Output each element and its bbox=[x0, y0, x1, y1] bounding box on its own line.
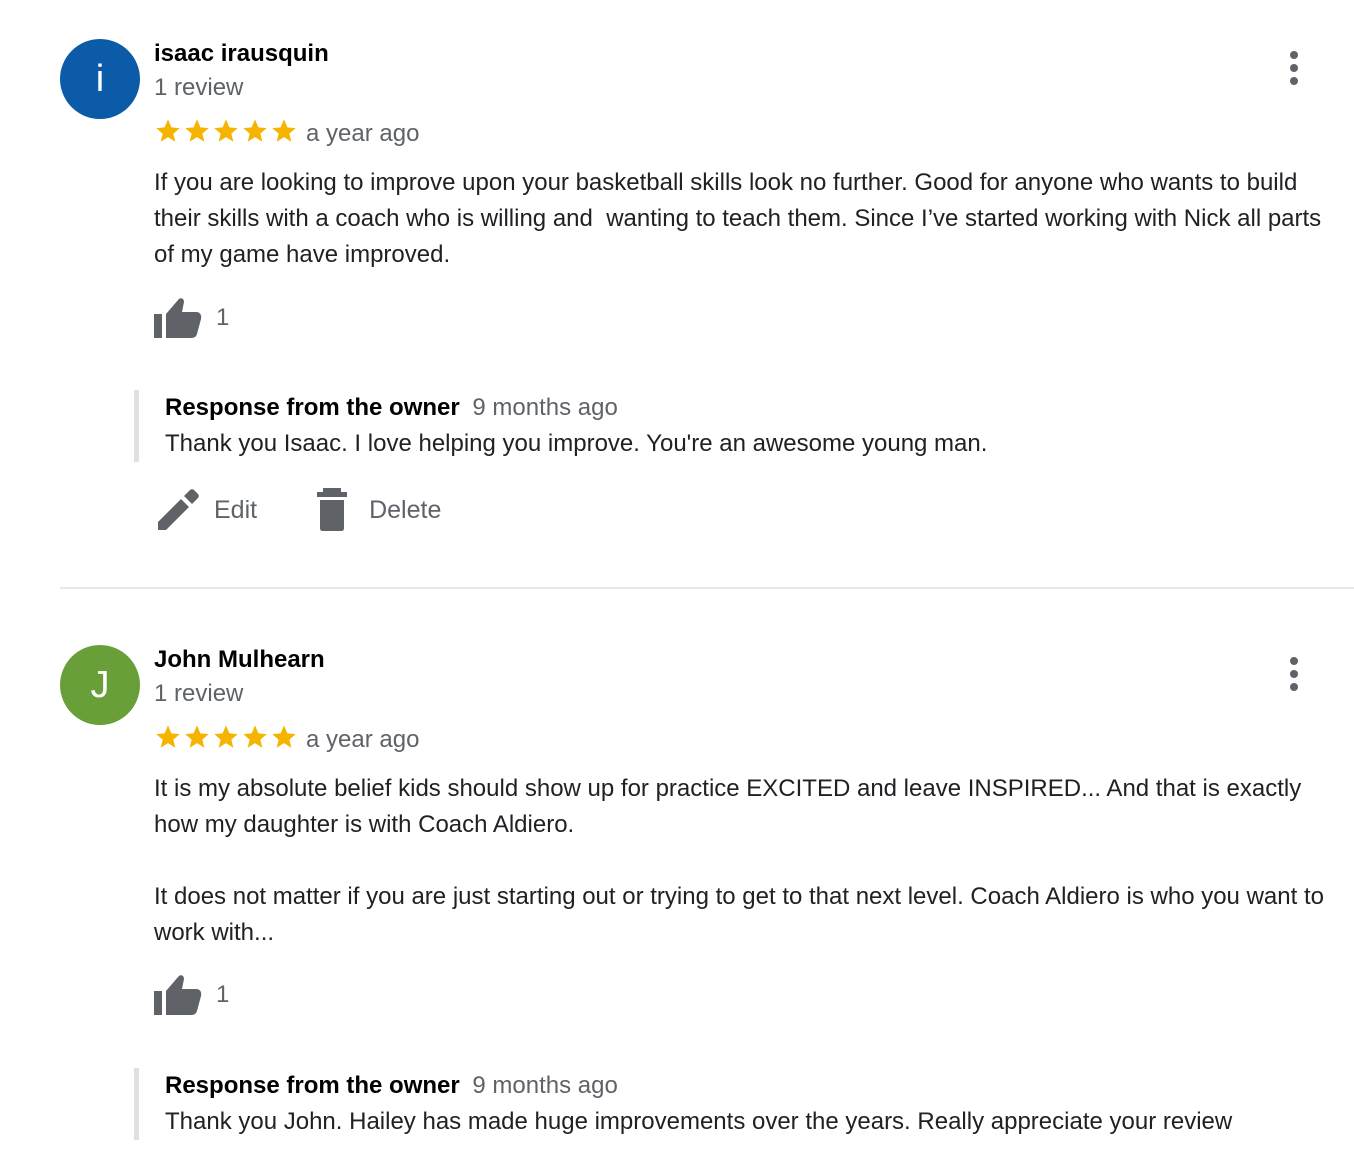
dot-icon bbox=[1290, 51, 1298, 59]
review-text: If you are looking to improve upon your … bbox=[154, 169, 1328, 268]
thumbs-up-icon bbox=[154, 975, 202, 1015]
star-icon bbox=[185, 725, 209, 748]
review-date: a year ago bbox=[306, 726, 420, 753]
dot-icon bbox=[1290, 657, 1298, 665]
review-date: a year ago bbox=[306, 120, 420, 147]
divider bbox=[60, 587, 1354, 589]
owner-response-text: Thank you Isaac. I love helping you impr… bbox=[165, 430, 988, 457]
star-icon bbox=[156, 725, 180, 748]
owner-response-date: 9 months ago bbox=[472, 394, 618, 421]
pencil-icon bbox=[158, 489, 199, 530]
star-icon bbox=[156, 119, 180, 142]
star-rating bbox=[154, 723, 298, 753]
owner-response: Response from the owner 9 months ago Tha… bbox=[134, 1068, 1354, 1140]
edit-button[interactable]: Edit bbox=[154, 488, 257, 532]
star-icon bbox=[214, 119, 238, 142]
response-actions: Edit Delete bbox=[154, 488, 441, 532]
reviewer-name[interactable]: isaac irausquin bbox=[154, 40, 329, 68]
review-text: It is my absolute belief kids should sho… bbox=[154, 775, 1324, 946]
star-rating bbox=[154, 117, 298, 147]
owner-response-date: 9 months ago bbox=[472, 1072, 618, 1099]
reviewer-name[interactable]: John Mulhearn bbox=[154, 646, 325, 674]
dot-icon bbox=[1290, 670, 1298, 678]
edit-label: Edit bbox=[214, 495, 258, 524]
delete-label: Delete bbox=[369, 495, 442, 524]
avatar[interactable]: i bbox=[60, 39, 140, 119]
delete-button[interactable]: Delete bbox=[309, 488, 441, 532]
avatar-letter: i bbox=[95, 57, 105, 100]
thumbs-up-icon bbox=[154, 298, 202, 338]
helpful-count: 1 bbox=[216, 304, 230, 331]
owner-response: Response from the owner 9 months ago Tha… bbox=[134, 390, 1354, 462]
more-options-button[interactable] bbox=[1280, 46, 1308, 90]
owner-response-text: Thank you John. Hailey has made huge imp… bbox=[165, 1108, 1233, 1135]
star-icon bbox=[243, 725, 267, 748]
review-count[interactable]: 1 review bbox=[154, 680, 243, 708]
star-icon bbox=[185, 119, 209, 142]
owner-response-header: Response from the owner 9 months ago bbox=[165, 390, 1354, 426]
helpful-button[interactable]: 1 bbox=[154, 296, 229, 340]
owner-response-header: Response from the owner 9 months ago bbox=[165, 1068, 1354, 1104]
dot-icon bbox=[1290, 77, 1298, 85]
avatar[interactable]: J bbox=[60, 645, 140, 725]
owner-response-title: Response from the owner bbox=[165, 394, 460, 421]
avatar-letter: J bbox=[90, 663, 110, 706]
dot-icon bbox=[1290, 683, 1298, 691]
star-icon bbox=[243, 119, 267, 142]
helpful-count: 1 bbox=[216, 981, 230, 1008]
dot-icon bbox=[1290, 64, 1298, 72]
star-icon bbox=[272, 119, 296, 142]
more-options-button[interactable] bbox=[1280, 652, 1308, 696]
helpful-button[interactable]: 1 bbox=[154, 973, 229, 1017]
star-icon bbox=[272, 725, 296, 748]
owner-response-title: Response from the owner bbox=[165, 1072, 460, 1099]
trash-icon bbox=[317, 488, 348, 531]
star-icon bbox=[214, 725, 238, 748]
review-count[interactable]: 1 review bbox=[154, 74, 243, 102]
